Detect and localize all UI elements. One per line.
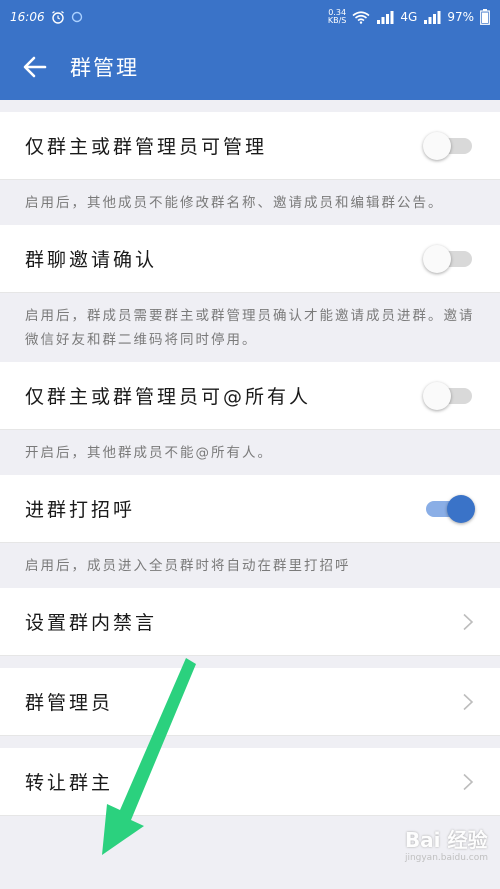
admin-only-manage-toggle[interactable] (423, 131, 475, 161)
setting-description: 开启后，其他群成员不能@所有人。 (0, 430, 500, 475)
setting-join-greeting[interactable]: 进群打招呼 (0, 475, 500, 543)
setting-mute-members[interactable]: 设置群内禁言 (0, 588, 500, 656)
setting-invite-confirm[interactable]: 群聊邀请确认 (0, 225, 500, 293)
page-title: 群管理 (70, 56, 139, 80)
setting-admin-only-at-all[interactable]: 仅群主或群管理员可@所有人 (0, 362, 500, 430)
battery-level: 97% (447, 10, 474, 24)
watermark: Bai 经验 jingyan.baidu.com (404, 828, 488, 863)
network-speed: 0.34 KB/S (327, 8, 347, 25)
admin-only-at-all-toggle[interactable] (423, 381, 475, 411)
chevron-right-icon (463, 773, 474, 790)
setting-label: 进群打招呼 (25, 499, 136, 521)
signal-icon-2 (424, 10, 441, 24)
status-bar: 16:06 0.34 KB/S 4G 97% (0, 0, 500, 34)
setting-label: 仅群主或群管理员可@所有人 (25, 386, 312, 408)
wifi-icon (352, 10, 370, 24)
chevron-right-icon (463, 693, 474, 710)
setting-description: 启用后，其他成员不能修改群名称、邀请成员和编辑群公告。 (0, 180, 500, 225)
signal-icon (377, 10, 394, 24)
back-arrow-icon (23, 56, 47, 78)
status-time: 16:06 (10, 10, 45, 24)
setting-label: 群聊邀请确认 (25, 249, 158, 271)
battery-icon (480, 9, 490, 25)
app-bar: 群管理 (0, 34, 500, 100)
back-button[interactable] (0, 34, 70, 100)
invite-confirm-toggle[interactable] (423, 244, 475, 274)
chevron-right-icon (463, 613, 474, 630)
network-type-label: 4G (400, 10, 418, 24)
join-greeting-toggle[interactable] (423, 494, 475, 524)
setting-description: 启用后，群成员需要群主或群管理员确认才能邀请成员进群。邀请微信好友和群二维码将同… (0, 293, 500, 362)
setting-admin-only-manage[interactable]: 仅群主或群管理员可管理 (0, 112, 500, 180)
annotation-arrow-icon (102, 658, 196, 855)
alarm-icon (51, 11, 64, 24)
setting-description: 启用后，成员进入全员群时将自动在群里打招呼 (0, 543, 500, 588)
sync-icon (71, 11, 82, 23)
setting-label: 仅群主或群管理员可管理 (25, 136, 268, 158)
setting-label: 设置群内禁言 (25, 612, 158, 634)
